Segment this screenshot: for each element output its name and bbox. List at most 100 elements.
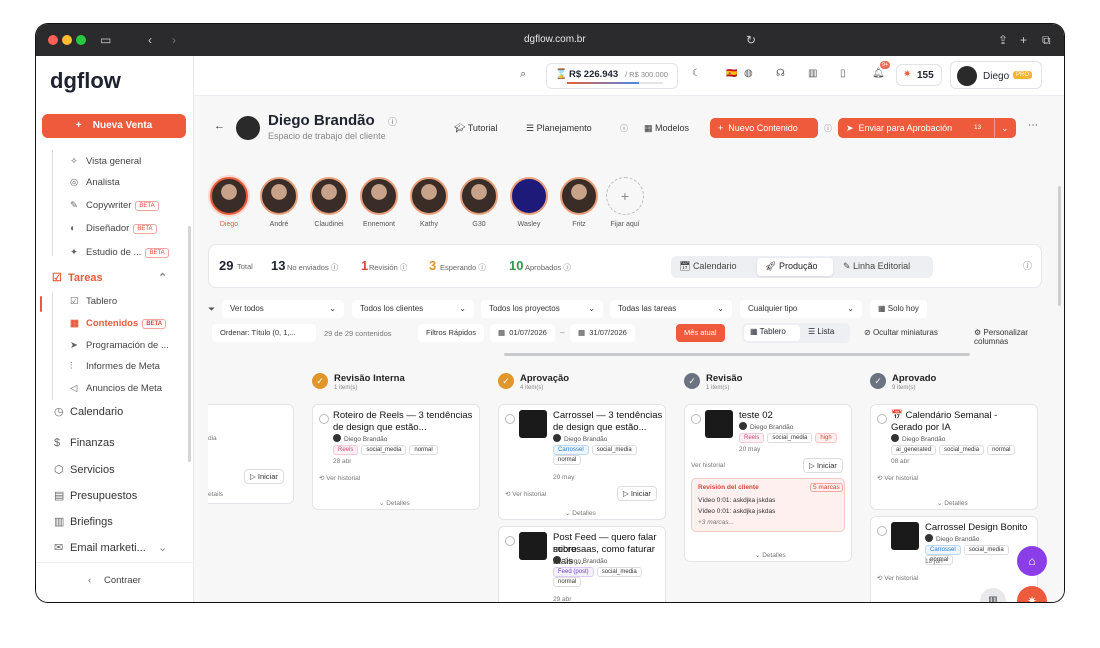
card-partial[interactable]: dia ▷ Iniciar etails xyxy=(208,404,294,504)
customize-columns-button[interactable]: ⚙ Personalizar columnas xyxy=(974,328,1064,346)
back-arrow-icon[interactable]: ← xyxy=(214,120,225,132)
filter-clientes[interactable]: Todos los clientes ⌄ xyxy=(352,300,474,318)
globe-icon[interactable]: ◍ xyxy=(744,68,753,79)
select-checkbox[interactable] xyxy=(877,526,887,536)
close-window-button[interactable] xyxy=(48,35,58,45)
filter-tipo[interactable]: Cualquier tipo ⌄ xyxy=(740,300,862,318)
lista-toggle[interactable]: ☰ Lista xyxy=(808,327,834,336)
sidebar-item-briefings[interactable]: ▥ Briefings xyxy=(54,515,113,528)
hide-thumbnails-button[interactable]: ⊘ Ocultar miniaturas xyxy=(864,328,938,337)
history-link[interactable]: ⟲ Ver historial xyxy=(877,474,918,482)
tablero-toggle[interactable]: ▦ Tablero xyxy=(750,327,786,336)
bell-icon[interactable]: 🔔︎ xyxy=(872,68,885,79)
pin-avatar-button[interactable]: + xyxy=(606,177,644,215)
clipboard-icon[interactable]: ▥ xyxy=(808,68,817,79)
nuevo-contenido-button[interactable]: + Nuevo Contenido xyxy=(710,118,818,138)
new-tab-icon[interactable]: + xyxy=(1020,33,1027,47)
details-link[interactable]: ⌄ Detalles xyxy=(755,551,786,559)
help-icon[interactable]: ⓘ xyxy=(620,123,628,134)
reload-icon[interactable]: ↻ xyxy=(746,33,756,47)
sidebar-item-tareas[interactable]: ☑ Tareas ⌃ xyxy=(52,271,167,284)
sidebar-toggle-icon[interactable]: ▭ xyxy=(100,33,111,47)
document-icon[interactable]: ▯ xyxy=(840,68,846,79)
details-link[interactable]: ⌄ Detalles xyxy=(565,509,596,517)
history-link[interactable]: ⟲ Ver historial xyxy=(877,574,918,582)
help-icon[interactable]: ⓘ xyxy=(1023,259,1032,272)
select-checkbox[interactable] xyxy=(319,414,329,424)
sort-select[interactable]: Ordenar: Título (0, 1,... xyxy=(212,324,316,342)
horizontal-scrollbar[interactable] xyxy=(504,353,970,356)
sidebar-item-disenador[interactable]: ◐ Diseñador BETA xyxy=(70,223,157,234)
planejamento-button[interactable]: ☰ Planejamento xyxy=(518,118,600,138)
content-card[interactable]: 📅 Calendário Semanal - Gerado por IA Diego… xyxy=(870,404,1038,510)
details-link[interactable]: ⌄ Detalles xyxy=(379,499,410,507)
help-icon[interactable]: ⓘ xyxy=(824,123,832,134)
tab-linha-editorial[interactable]: ✎ Linha Editorial xyxy=(843,261,910,272)
search-icon[interactable]: ⌕ xyxy=(520,68,526,81)
content-card[interactable]: Carrossel Design Bonito Diego Brandão Carr… xyxy=(870,516,1038,602)
sidebar-item-anuncios-meta[interactable]: ◁ Anuncios de Meta xyxy=(70,383,162,394)
thumbnail[interactable] xyxy=(519,532,547,560)
content-card[interactable]: Roteiro de Reels — 3 tendências de design… xyxy=(312,404,480,510)
history-link[interactable]: ⟲ Ver historial xyxy=(319,474,360,482)
iniciar-button[interactable]: ▷ Iniciar xyxy=(803,458,843,473)
select-checkbox[interactable] xyxy=(505,414,515,424)
sidebar-item-vista-general[interactable]: ✧ Vista general xyxy=(70,156,141,167)
avatar-4[interactable] xyxy=(410,177,448,215)
filter-proyectos[interactable]: Todos los proyectos ⌄ xyxy=(481,300,603,318)
forward-icon[interactable]: › xyxy=(172,33,176,47)
sidebar-item-tablero[interactable]: ☑ Tablero xyxy=(70,296,117,307)
filter-tareas[interactable]: Todas las tareas ⌄ xyxy=(610,300,732,318)
content-card[interactable]: Post Feed — quero falar sobre microsaas, … xyxy=(498,526,666,602)
enviar-aprobacion-button[interactable]: ➤ Enviar para Aprobación 13 ⌄ xyxy=(838,118,1016,138)
select-checkbox[interactable] xyxy=(691,414,701,424)
avatar-1[interactable] xyxy=(260,177,298,215)
new-sale-button[interactable]: + Nueva Venta xyxy=(42,114,186,138)
sidebar-item-contenidos[interactable]: ▦ Contenidos BETA xyxy=(70,318,167,329)
content-card[interactable]: teste 02 Diego Brandão Reels social_media hi… xyxy=(684,404,852,562)
avatar-6[interactable] xyxy=(510,177,548,215)
tab-producao[interactable]: 🚀︎ Produção xyxy=(765,261,817,272)
sidebar-item-email[interactable]: ✉ Email marketi... ⌄ xyxy=(54,541,167,554)
user-menu[interactable]: Diego PRO xyxy=(950,61,1042,89)
current-month-button[interactable]: Mês atual xyxy=(676,324,725,342)
sidebar-item-calendario[interactable]: ◷ Calendario xyxy=(54,405,123,418)
thumbnail[interactable] xyxy=(519,410,547,438)
sidebar-item-programacion[interactable]: ➤ Programación de ... xyxy=(70,340,169,351)
minimize-window-button[interactable] xyxy=(62,35,72,45)
details-link[interactable]: ⌄ Detalles xyxy=(937,499,968,507)
sidebar-item-servicios[interactable]: ⬡ Servicios xyxy=(54,463,115,476)
flag-spain-icon[interactable]: 🇪🇸 xyxy=(726,68,737,79)
sidebar-scrollbar[interactable] xyxy=(188,226,191,462)
tab-calendario[interactable]: 📅︎ Calendario xyxy=(679,261,736,272)
avatar-2[interactable] xyxy=(310,177,348,215)
avatar-7[interactable] xyxy=(560,177,598,215)
revenue-goal[interactable]: ⌛ R$ 226.943 / R$ 300.000 xyxy=(546,63,678,89)
back-icon[interactable]: ‹ xyxy=(148,33,152,47)
content-card[interactable]: Carrossel — 3 tendências de design que es… xyxy=(498,404,666,520)
headset-icon[interactable]: ☊ xyxy=(776,68,785,79)
more-icon[interactable]: ⋯ xyxy=(1028,120,1038,131)
sidebar-item-copywriter[interactable]: ✎ Copywriter BETA xyxy=(70,200,159,211)
quick-filters-button[interactable]: Filtros Rápidos xyxy=(418,324,485,342)
url-bar[interactable]: dgflow.com.br xyxy=(524,34,586,45)
sidebar-item-presupuestos[interactable]: ▤ Presupuestos xyxy=(54,489,137,502)
zoom-window-button[interactable] xyxy=(76,35,86,45)
history-link[interactable]: Ver historial xyxy=(691,462,725,469)
avatar-3[interactable] xyxy=(360,177,398,215)
date-end[interactable]: ▦ 31/07/2026 xyxy=(570,324,635,342)
solo-hoy-toggle[interactable]: ▦ Solo hoy xyxy=(870,300,927,318)
modelos-button[interactable]: ▦ Modelos xyxy=(636,118,697,138)
tutorial-button[interactable]: 🎓︎ Tutorial xyxy=(446,118,505,138)
select-checkbox[interactable] xyxy=(505,536,515,546)
iniciar-button[interactable]: ▷ Iniciar xyxy=(617,486,657,501)
sidebar-item-estudio[interactable]: ✦ Estudio de ... BETA xyxy=(70,247,169,258)
sidebar-item-informes-meta[interactable]: ⫶ Informes de Meta xyxy=(70,361,160,372)
bot-icon[interactable]: ⌂ xyxy=(1017,546,1047,576)
sidebar-item-analista[interactable]: ◎ Analista xyxy=(70,177,120,188)
select-checkbox[interactable] xyxy=(877,414,887,424)
collapse-button[interactable]: ‹ Contraer xyxy=(88,575,141,586)
help-icon[interactable]: ⓘ xyxy=(388,115,397,128)
date-start[interactable]: ▦ 01/07/2026 xyxy=(490,324,555,342)
thumbnail[interactable] xyxy=(705,410,733,438)
